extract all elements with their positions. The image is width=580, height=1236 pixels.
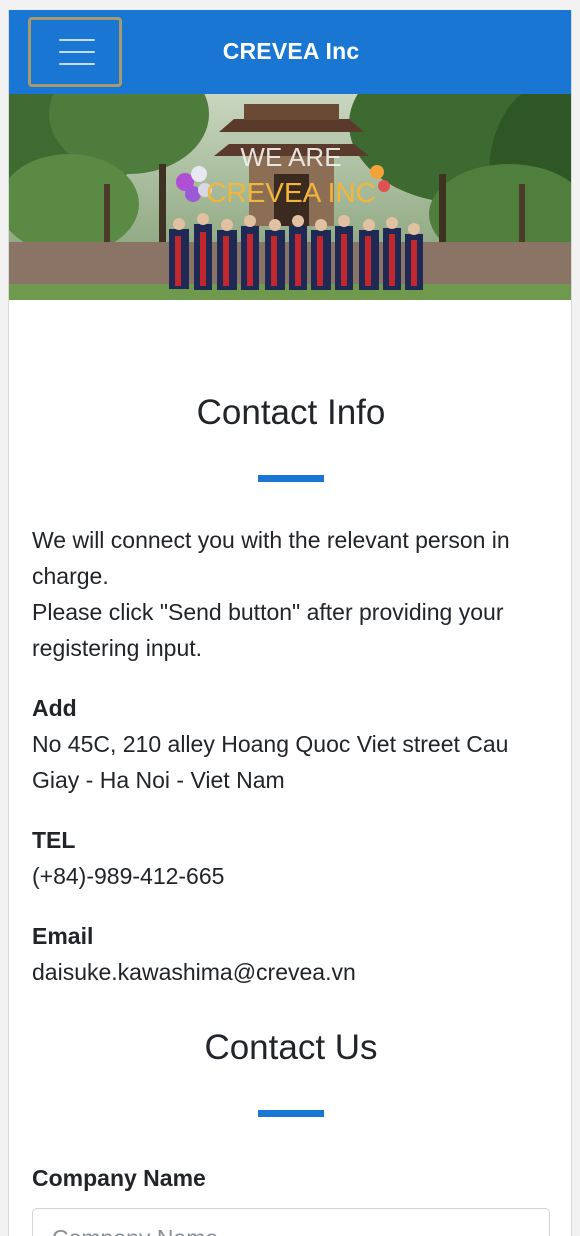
navbar: CREVEA Inc bbox=[9, 10, 571, 94]
contact-info-divider bbox=[258, 475, 324, 482]
company-name-label: Company Name bbox=[32, 1165, 206, 1191]
tel-label: TEL bbox=[32, 827, 76, 853]
email-block: Email daisuke.kawashima@crevea.vn bbox=[32, 918, 550, 990]
tel-value: (+84)-989-412-665 bbox=[32, 863, 225, 889]
main-content: Contact Info We will connect you with th… bbox=[32, 300, 550, 1236]
hero-overlay-line2: CREVEA INC bbox=[206, 177, 376, 208]
contact-us-divider bbox=[258, 1110, 324, 1117]
intro-line-1: We will connect you with the relevant pe… bbox=[32, 527, 510, 589]
intro-line-2: Please click "Send button" after providi… bbox=[32, 599, 504, 661]
contact-intro: We will connect you with the relevant pe… bbox=[32, 522, 550, 666]
brand-title[interactable]: CREVEA Inc bbox=[9, 38, 571, 65]
address-label: Add bbox=[32, 695, 77, 721]
address-block: Add No 45C, 210 alley Hoang Quoc Viet st… bbox=[32, 690, 550, 798]
company-name-input[interactable] bbox=[32, 1208, 550, 1236]
tel-block: TEL (+84)-989-412-665 bbox=[32, 822, 550, 894]
hero-overlay-line1: WE ARE bbox=[240, 142, 341, 172]
contact-us-title: Contact Us bbox=[204, 1028, 378, 1067]
email-label: Email bbox=[32, 923, 94, 949]
contact-info-title: Contact Info bbox=[196, 393, 386, 432]
address-value: No 45C, 210 alley Hoang Quoc Viet street… bbox=[32, 731, 509, 793]
email-value: daisuke.kawashima@crevea.vn bbox=[32, 959, 356, 985]
hero-image: WE ARE CREVEA INC bbox=[9, 94, 571, 300]
app-viewport: CREVEA Inc WE ARE CREVEA INC Contact Inf… bbox=[8, 10, 572, 1236]
